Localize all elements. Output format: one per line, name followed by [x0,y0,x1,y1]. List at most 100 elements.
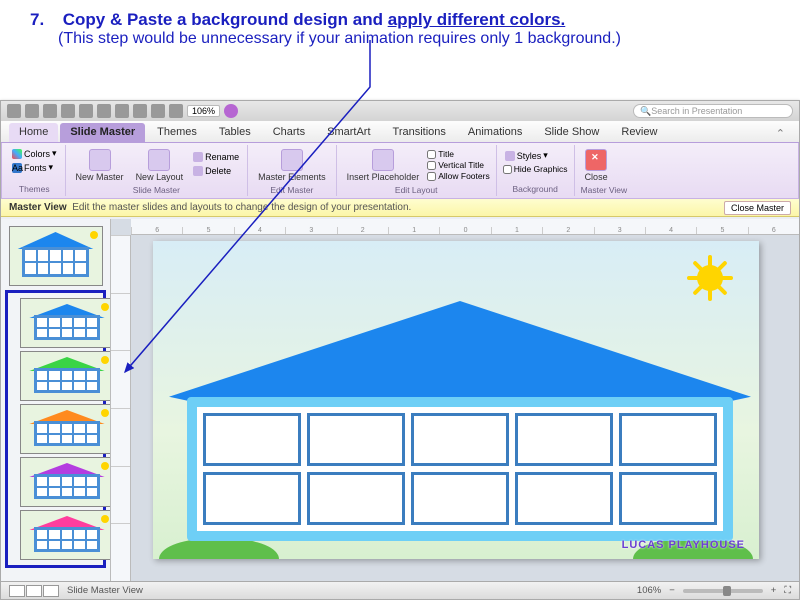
statusbar-mode: Slide Master View [67,585,143,596]
colors-label: Colors [24,149,50,159]
group-master-view: ✕Close Master View [575,145,634,196]
sorter-view-button[interactable] [26,585,42,597]
bg-styles-button[interactable]: Styles ▾ [503,149,568,162]
tab-review[interactable]: Review [611,123,667,142]
tab-animations[interactable]: Animations [458,123,532,142]
slide-thumbnail[interactable] [20,298,111,348]
title-underlined: apply different colors. [388,10,566,29]
master-elements-button[interactable]: Master Elements [254,147,330,184]
print-icon[interactable] [61,104,75,118]
title-checkbox[interactable]: Title [427,149,490,159]
tab-smartart[interactable]: SmartArt [317,123,380,142]
tab-transitions[interactable]: Transitions [383,123,456,142]
open-icon[interactable] [25,104,39,118]
group-editmaster-label: Edit Master [254,185,330,195]
step-number: 7. [30,10,58,30]
logo-text: LUCAS PLAYHOUSE [622,539,745,551]
group-masterview-label: Master View [581,185,628,195]
fonts-label: Fonts [24,163,47,173]
step-title: Copy & Paste a background design and app… [63,10,566,29]
close-master-view-button[interactable]: ✕Close [581,147,612,184]
themes-colors-button[interactable]: Colors ▾ [10,147,59,160]
tab-tables[interactable]: Tables [209,123,261,142]
undo-icon[interactable] [151,104,165,118]
tab-slide-show[interactable]: Slide Show [534,123,609,142]
insert-placeholder-label: Insert Placeholder [347,172,420,182]
view-buttons [9,585,59,597]
paste-icon[interactable] [115,104,129,118]
house-roof [169,301,751,402]
ribbon-tabs: HomeSlide MasterThemesTablesChartsSmartA… [1,121,799,143]
infobar-mode: Master View [9,202,67,213]
toolbar: 106% 🔍 Search in Presentation [1,101,799,121]
ribbon: Colors ▾ AaFonts ▾ Themes New Master New… [1,143,799,199]
redo-icon[interactable] [169,104,183,118]
delete-button[interactable]: Delete [191,165,241,177]
ten-frame [197,407,723,531]
sun-graphic [687,255,733,301]
zoom-in-button[interactable]: + [771,585,777,596]
doc-icon[interactable] [7,104,21,118]
delete-label: Delete [205,166,231,176]
help-icon[interactable] [224,104,238,118]
fit-button[interactable]: ⛶ [784,585,791,596]
insert-placeholder-button[interactable]: Insert Placeholder [343,147,424,184]
slide-thumbnail[interactable] [20,404,111,454]
tab-themes[interactable]: Themes [147,123,207,142]
tab-slide-master[interactable]: Slide Master [60,123,145,142]
statusbar-zoom: 106% [637,585,661,596]
hide-graphics-checkbox[interactable]: Hide Graphics [503,164,568,174]
close-master-button[interactable]: Close Master [724,201,791,215]
search-input[interactable]: 🔍 Search in Presentation [633,104,793,118]
info-bar: Master View Edit the master slides and l… [1,199,799,217]
canvas-area[interactable]: 6543210123456 [111,219,799,581]
zoom-out-button[interactable]: − [669,585,675,596]
slide-canvas[interactable]: LUCAS PLAYHOUSE [153,241,759,559]
group-slidemaster-label: Slide Master [72,185,242,195]
tab-charts[interactable]: Charts [263,123,315,142]
house-graphic [187,301,733,541]
powerpoint-window: 106% 🔍 Search in Presentation HomeSlide … [0,100,800,600]
group-slide-master: New Master New Layout Rename Delete Slid… [66,145,249,196]
group-editlayout-label: Edit Layout [343,185,490,195]
status-bar: Slide Master View 106% − + ⛶ [1,581,799,599]
copy-icon[interactable] [97,104,111,118]
allow-footers-checkbox[interactable]: Allow Footers [427,171,490,181]
zoom-field[interactable]: 106% [187,105,220,117]
styles-label: Styles [517,151,542,161]
slide-thumbnail[interactable] [20,510,111,560]
zoom-slider[interactable] [683,589,763,593]
hide-graphics-label: Hide Graphics [514,164,568,174]
vertical-title-checkbox[interactable]: Vertical Title [427,160,490,170]
master-elements-label: Master Elements [258,172,326,182]
title-lead: Copy & Paste a background design and [63,10,388,29]
group-edit-layout: Insert Placeholder Title Vertical Title … [337,145,497,196]
group-themes-label: Themes [10,184,59,194]
tab-home[interactable]: Home [9,123,58,142]
step-subtitle: (This step would be unnecessary if your … [58,30,770,48]
new-layout-label: New Layout [136,172,184,182]
vtitle-chk-label: Vertical Title [438,160,484,170]
save-icon[interactable] [43,104,57,118]
slide-panel[interactable] [1,219,111,581]
themes-fonts-button[interactable]: AaFonts ▾ [10,161,59,174]
rename-button[interactable]: Rename [191,151,241,163]
new-master-button[interactable]: New Master [72,147,128,184]
slideshow-view-button[interactable] [43,585,59,597]
ruler-horizontal: 6543210123456 [131,219,799,235]
slide-thumbnail[interactable] [9,226,103,286]
house-body [187,397,733,541]
format-painter-icon[interactable] [133,104,147,118]
ribbon-collapse-icon[interactable]: ⌃ [770,125,791,142]
group-background: Styles ▾ Hide Graphics Background [497,145,575,196]
normal-view-button[interactable] [9,585,25,597]
group-themes: Colors ▾ AaFonts ▾ Themes [4,145,66,196]
footers-chk-label: Allow Footers [438,171,490,181]
infobar-hint: Edit the master slides and layouts to ch… [72,202,411,213]
new-layout-button[interactable]: New Layout [132,147,188,184]
slide-thumbnail[interactable] [20,457,111,507]
slide-thumbnail[interactable] [20,351,111,401]
close-label: Close [585,172,608,182]
highlighted-thumbs [5,290,106,568]
cut-icon[interactable] [79,104,93,118]
